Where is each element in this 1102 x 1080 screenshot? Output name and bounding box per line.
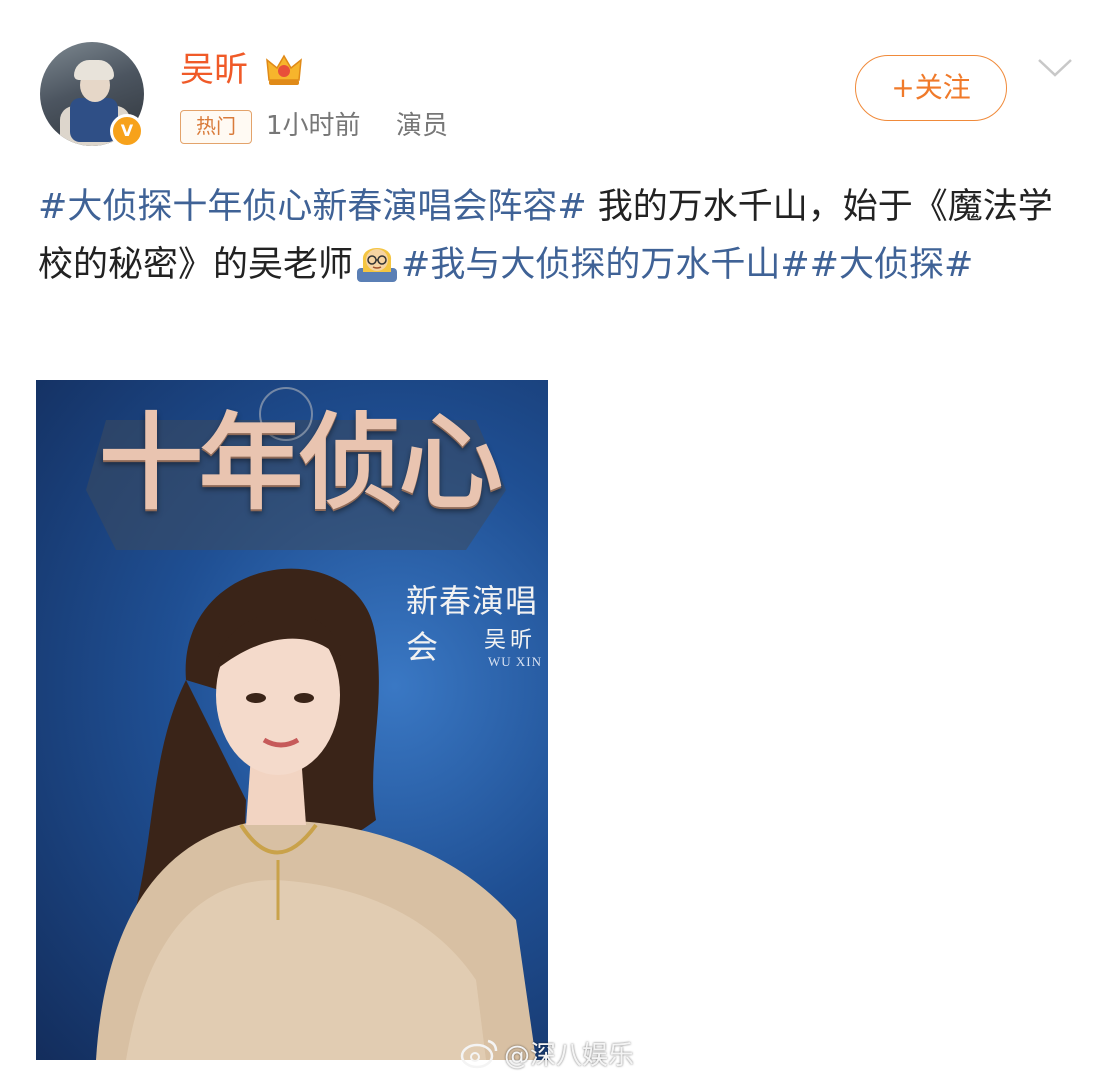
poster-name: 吴昕 xyxy=(484,628,537,653)
weibo-logo-icon xyxy=(460,1039,498,1069)
teacher-emoji-icon xyxy=(357,248,398,282)
watermark-handle: @深八娱乐 xyxy=(504,1040,635,1071)
hot-tag: 热门 xyxy=(180,110,252,144)
post-time: 1小时前 xyxy=(266,111,361,141)
hashtag-link[interactable]: #大侦探# xyxy=(810,245,974,285)
author-name[interactable]: 吴昕 xyxy=(180,48,248,92)
follow-button[interactable]: +关注 xyxy=(855,55,1007,121)
watermark: @深八娱乐 xyxy=(460,1036,635,1071)
verified-v-icon: V xyxy=(110,114,144,148)
chevron-down-icon[interactable] xyxy=(1036,56,1074,80)
hashtag-link[interactable]: #我与大侦探的万水千山# xyxy=(401,245,810,285)
poster-pinyin: WU XIN xyxy=(488,654,543,669)
author-role: 演员 xyxy=(396,111,449,141)
post-body: #大侦探十年侦心新春演唱会阵容# 我的万水千山，始于《魔法学校的秘密》的吴老师 … xyxy=(38,178,1068,294)
poster-title: 十年侦心 xyxy=(98,401,503,524)
crown-icon xyxy=(266,54,302,85)
hashtag-link[interactable]: #大侦探十年侦心新春演唱会阵容# xyxy=(38,187,587,227)
post-image[interactable]: 十年侦心 新春演唱会 吴昕 WU XIN xyxy=(36,380,548,1060)
